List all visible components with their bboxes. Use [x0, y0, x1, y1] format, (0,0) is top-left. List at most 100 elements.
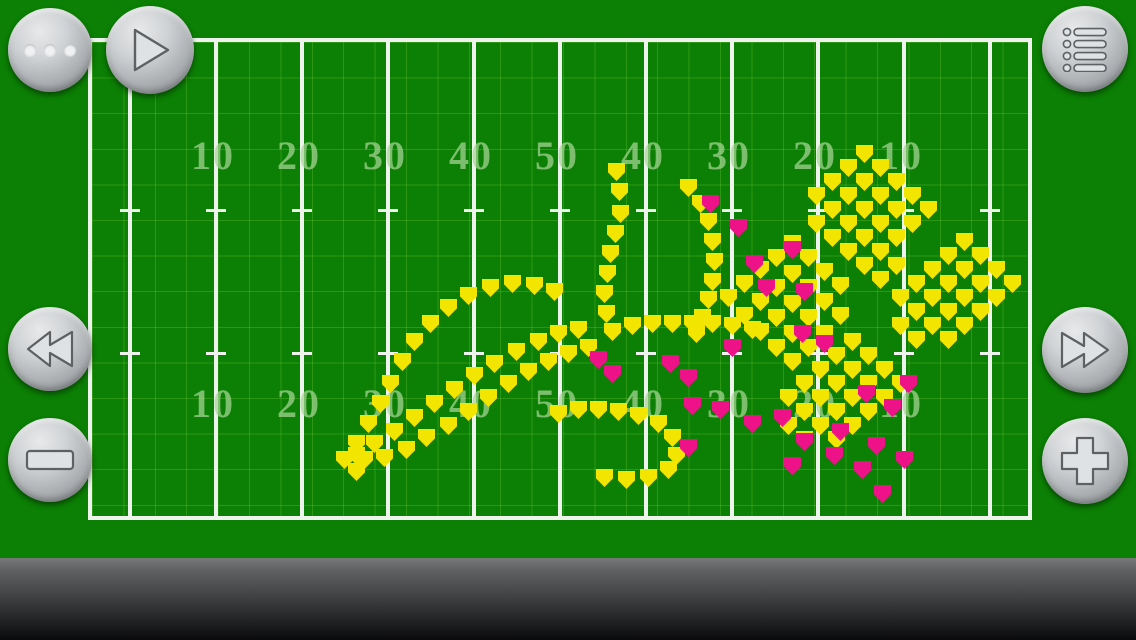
defense-marker[interactable]: [684, 397, 701, 415]
defense-marker[interactable]: [868, 437, 885, 455]
offense-marker[interactable]: [824, 173, 841, 191]
offense-marker[interactable]: [784, 265, 801, 283]
offense-marker[interactable]: [540, 353, 557, 371]
offense-marker[interactable]: [832, 307, 849, 325]
defense-marker[interactable]: [854, 461, 871, 479]
defense-marker[interactable]: [702, 195, 719, 213]
football-field[interactable]: 102030405040302010102030405040302010: [88, 38, 1032, 520]
offense-marker[interactable]: [808, 215, 825, 233]
offense-marker[interactable]: [808, 187, 825, 205]
offense-marker[interactable]: [611, 183, 628, 201]
offense-marker[interactable]: [800, 309, 817, 327]
offense-marker[interactable]: [784, 353, 801, 371]
offense-marker[interactable]: [940, 331, 957, 349]
offense-marker[interactable]: [832, 277, 849, 295]
offense-marker[interactable]: [598, 305, 615, 323]
offense-marker[interactable]: [530, 333, 547, 351]
offense-marker[interactable]: [724, 317, 741, 335]
minus-button[interactable]: [8, 418, 92, 502]
offense-marker[interactable]: [956, 289, 973, 307]
rewind-button[interactable]: [8, 307, 92, 391]
offense-marker[interactable]: [624, 317, 641, 335]
plus-button[interactable]: [1042, 418, 1128, 504]
offense-marker[interactable]: [604, 323, 621, 341]
offense-marker[interactable]: [486, 355, 503, 373]
offense-marker[interactable]: [394, 353, 411, 371]
more-button[interactable]: [8, 8, 92, 92]
offense-marker[interactable]: [504, 275, 521, 293]
defense-marker[interactable]: [680, 369, 697, 387]
offense-marker[interactable]: [816, 293, 833, 311]
offense-marker[interactable]: [768, 249, 785, 267]
offense-marker[interactable]: [956, 233, 973, 251]
defense-marker[interactable]: [662, 355, 679, 373]
offense-marker[interactable]: [856, 257, 873, 275]
offense-marker[interactable]: [856, 145, 873, 163]
play-button[interactable]: [106, 6, 194, 94]
offense-marker[interactable]: [956, 317, 973, 335]
offense-marker[interactable]: [736, 275, 753, 293]
offense-marker[interactable]: [700, 213, 717, 231]
offense-marker[interactable]: [904, 215, 921, 233]
offense-marker[interactable]: [704, 273, 721, 291]
defense-marker[interactable]: [826, 447, 843, 465]
offense-marker[interactable]: [924, 289, 941, 307]
offense-marker[interactable]: [872, 271, 889, 289]
offense-marker[interactable]: [440, 299, 457, 317]
offense-marker[interactable]: [680, 179, 697, 197]
offense-marker[interactable]: [550, 325, 567, 343]
offense-marker[interactable]: [888, 201, 905, 219]
offense-marker[interactable]: [590, 401, 607, 419]
offense-marker[interactable]: [546, 283, 563, 301]
offense-marker[interactable]: [360, 415, 377, 433]
offense-marker[interactable]: [860, 403, 877, 421]
offense-marker[interactable]: [706, 253, 723, 271]
offense-marker[interactable]: [892, 317, 909, 335]
offense-marker[interactable]: [752, 323, 769, 341]
offense-marker[interactable]: [418, 429, 435, 447]
offense-marker[interactable]: [920, 201, 937, 219]
offense-marker[interactable]: [824, 229, 841, 247]
offense-marker[interactable]: [904, 187, 921, 205]
offense-marker[interactable]: [376, 449, 393, 467]
offense-marker[interactable]: [644, 315, 661, 333]
offense-marker[interactable]: [840, 159, 857, 177]
offense-marker[interactable]: [924, 261, 941, 279]
offense-marker[interactable]: [972, 275, 989, 293]
offense-marker[interactable]: [892, 289, 909, 307]
offense-marker[interactable]: [664, 315, 681, 333]
offense-marker[interactable]: [526, 277, 543, 295]
offense-marker[interactable]: [840, 187, 857, 205]
offense-marker[interactable]: [800, 249, 817, 267]
offense-marker[interactable]: [988, 289, 1005, 307]
offense-marker[interactable]: [860, 347, 877, 365]
offense-marker[interactable]: [972, 247, 989, 265]
offense-marker[interactable]: [398, 441, 415, 459]
offense-marker[interactable]: [812, 361, 829, 379]
offense-marker[interactable]: [508, 343, 525, 361]
offense-marker[interactable]: [602, 245, 619, 263]
offense-marker[interactable]: [660, 461, 677, 479]
defense-marker[interactable]: [858, 385, 875, 403]
defense-marker[interactable]: [744, 415, 761, 433]
offense-marker[interactable]: [768, 339, 785, 357]
offense-marker[interactable]: [908, 331, 925, 349]
offense-marker[interactable]: [840, 243, 857, 261]
list-button[interactable]: [1042, 6, 1128, 92]
defense-marker[interactable]: [730, 219, 747, 237]
offense-marker[interactable]: [844, 333, 861, 351]
fast-forward-button[interactable]: [1042, 307, 1128, 393]
offense-marker[interactable]: [500, 375, 517, 393]
offense-marker[interactable]: [608, 163, 625, 181]
offense-marker[interactable]: [570, 321, 587, 339]
offense-marker[interactable]: [988, 261, 1005, 279]
defense-marker[interactable]: [874, 485, 891, 503]
offense-marker[interactable]: [828, 347, 845, 365]
offense-marker[interactable]: [812, 417, 829, 435]
offense-marker[interactable]: [1004, 275, 1021, 293]
offense-marker[interactable]: [596, 469, 613, 487]
offense-marker[interactable]: [440, 417, 457, 435]
offense-marker[interactable]: [940, 275, 957, 293]
offense-marker[interactable]: [908, 303, 925, 321]
offense-marker[interactable]: [888, 229, 905, 247]
